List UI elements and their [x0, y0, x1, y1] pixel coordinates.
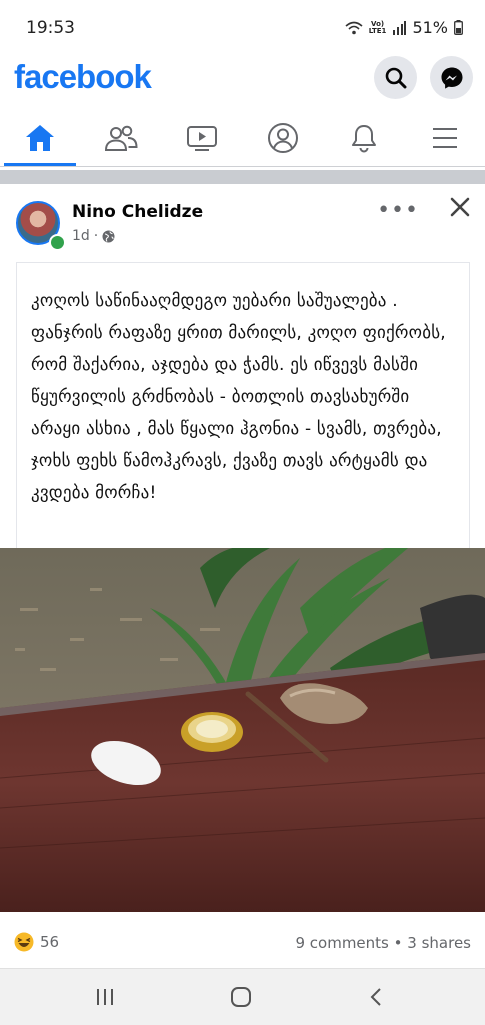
- home-button[interactable]: [221, 979, 261, 1015]
- recent-apps-icon: [97, 989, 113, 1005]
- post-text: კოღოს საწინააღმდეგო უებარი საშუალება . ფ…: [31, 291, 446, 503]
- profile-icon: [268, 123, 298, 153]
- status-icons: Vo) LTE1 51%: [345, 18, 463, 37]
- post-photo[interactable]: [0, 548, 485, 912]
- notifications-icon: [352, 125, 376, 153]
- tab-notifications[interactable]: [324, 110, 404, 166]
- recent-apps-button[interactable]: [85, 979, 125, 1015]
- home-button-icon: [231, 987, 251, 1007]
- tab-friends[interactable]: [81, 110, 161, 166]
- status-time: 19:53: [26, 18, 75, 38]
- comments-count[interactable]: 9 comments: [295, 934, 388, 952]
- tab-menu[interactable]: [405, 110, 485, 166]
- post-header: Nino Chelidze 1d · •••: [0, 190, 485, 251]
- online-status-dot: [49, 234, 66, 251]
- friends-icon: [104, 125, 138, 151]
- reaction-count: 56: [40, 933, 60, 951]
- haha-reaction-icon: [14, 932, 34, 952]
- post-text-card: კოღოს საწინააღმდეგო უებარი საშუალება . ფ…: [16, 262, 470, 548]
- post-meta: 1d ·: [72, 228, 115, 244]
- facebook-logo[interactable]: facebook: [14, 58, 152, 96]
- tab-watch[interactable]: [162, 110, 242, 166]
- app-header: facebook: [0, 56, 485, 102]
- battery-icon: [454, 20, 463, 35]
- watch-icon: [187, 126, 217, 151]
- post-stats: 9 comments • 3 shares: [295, 934, 471, 952]
- post-author[interactable]: Nino Chelidze: [72, 202, 203, 222]
- messenger-icon: [441, 67, 462, 89]
- search-icon: [385, 67, 406, 88]
- home-icon: [26, 125, 54, 151]
- more-options-button[interactable]: •••: [377, 198, 419, 223]
- tab-home[interactable]: [0, 110, 80, 166]
- battery-percent: 51%: [412, 18, 448, 37]
- tab-bar: [0, 110, 485, 167]
- signal-icon: [393, 20, 407, 35]
- back-icon: [370, 988, 381, 1006]
- shares-count[interactable]: 3 shares: [407, 934, 471, 952]
- search-button[interactable]: [374, 56, 417, 99]
- menu-icon: [433, 128, 457, 148]
- post-time[interactable]: 1d: [72, 228, 90, 244]
- system-nav-bar: [0, 968, 485, 1025]
- back-button[interactable]: [357, 979, 397, 1015]
- messenger-button[interactable]: [430, 56, 473, 99]
- close-icon[interactable]: [449, 196, 471, 218]
- wifi-icon: [345, 21, 363, 34]
- globe-icon: [102, 230, 115, 242]
- post-photo-image: [0, 548, 485, 912]
- feed-divider: [0, 170, 485, 184]
- lte-indicator: Vo) LTE1: [368, 19, 387, 35]
- reactions[interactable]: 56: [14, 932, 59, 952]
- status-bar: 19:53 Vo) LTE1 51%: [0, 0, 485, 56]
- post-footer: 56 9 comments • 3 shares: [0, 918, 485, 968]
- tab-profile[interactable]: [243, 110, 323, 166]
